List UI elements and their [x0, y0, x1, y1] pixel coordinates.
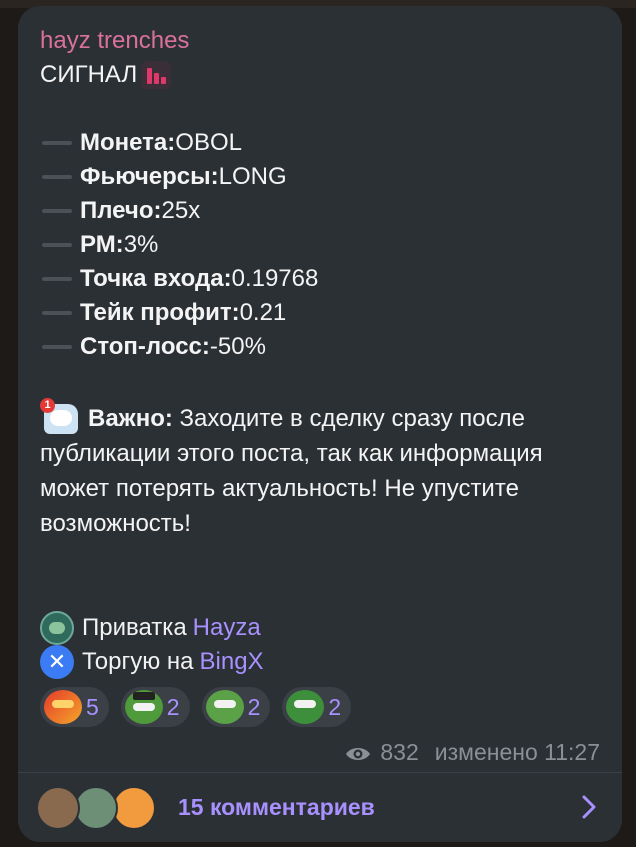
field-value: 3%: [123, 231, 159, 258]
reaction-pepe-cash[interactable]: 2: [282, 687, 352, 727]
notice-paragraph: 1 Важно: Заходите в сделку сразу после п…: [40, 398, 610, 541]
link-text: Торгую на: [82, 648, 194, 675]
pepe-money-emoji: [205, 690, 244, 724]
field-value: 0.21: [239, 299, 287, 326]
reaction-count: 5: [86, 693, 99, 720]
chevron-right-icon: [582, 795, 596, 824]
notice-label: Важно:: [88, 405, 173, 432]
field-entry: Точка входа: 0.19768: [40, 262, 600, 296]
link-text: Приватка: [82, 614, 187, 641]
field-value: -50%: [209, 333, 266, 360]
fire-meme-emoji: [44, 690, 82, 724]
edited-time: изменено 11:27: [434, 739, 600, 765]
field-label: Стоп-лосс:: [80, 333, 210, 360]
dash-icon: [42, 141, 72, 145]
field-risk: РМ: 3%: [40, 228, 600, 262]
field-label: РМ:: [80, 231, 124, 258]
field-label: Точка входа:: [80, 265, 232, 292]
field-label: Тейк профит:: [80, 299, 240, 326]
dash-icon: [42, 175, 72, 179]
avatar: [36, 785, 80, 830]
dash-icon: [42, 311, 72, 315]
dash-icon: [42, 209, 72, 213]
bingx-link[interactable]: BingX: [200, 645, 264, 679]
private-link[interactable]: Hayza: [193, 611, 261, 645]
bingx-icon: ✕: [40, 645, 74, 679]
reactions-bar: 5 2 2 2: [40, 687, 600, 727]
author-name[interactable]: hayz trenches: [40, 26, 600, 56]
pepe-cash-emoji: [286, 690, 325, 724]
eye-icon: [344, 745, 372, 761]
reaction-pepe-hat[interactable]: 2: [120, 687, 190, 727]
field-value: OBOL: [175, 129, 242, 156]
field-label: Плечо:: [80, 197, 162, 224]
message-meta: 832 изменено 11:27: [40, 739, 600, 766]
dash-icon: [42, 277, 72, 281]
post-title: СИГНАЛ: [40, 61, 138, 88]
dash-icon: [42, 345, 72, 349]
commenter-avatars: [36, 785, 158, 830]
post-title-row: СИГНАЛ: [40, 58, 600, 92]
field-label: Фьючерсы:: [80, 163, 219, 190]
avatar: [112, 785, 156, 830]
field-value: 0.19768: [231, 265, 319, 292]
field-leverage: Плечо: 25x: [40, 194, 600, 228]
field-stop-loss: Стоп-лосс: -50%: [40, 330, 600, 364]
view-count: 832: [380, 739, 419, 765]
reaction-count: 2: [166, 693, 180, 720]
bingx-link-row[interactable]: ✕ Торгую на BingX: [40, 645, 600, 679]
field-value: 25x: [161, 197, 201, 224]
pepe-hat-emoji: [124, 690, 163, 724]
field-label: Монета:: [80, 129, 176, 156]
reaction-fire[interactable]: 5: [40, 687, 109, 727]
field-value: LONG: [218, 163, 287, 190]
reaction-count: 2: [247, 693, 261, 720]
private-channel-icon: [40, 611, 74, 645]
reaction-count: 2: [328, 693, 342, 720]
chart-down-icon: [141, 61, 172, 89]
message-bubble: hayz trenches СИГНАЛ Монета: OBOL Фьючер…: [18, 6, 622, 842]
penguin-alert-icon: 1: [40, 398, 80, 434]
field-coin: Монета: OBOL: [40, 126, 600, 160]
reaction-pepe-money[interactable]: 2: [201, 687, 271, 727]
comments-label: 15 комментариев: [178, 794, 375, 820]
avatar: [74, 785, 118, 830]
private-channel-link[interactable]: Приватка Hayza: [40, 611, 600, 645]
dash-icon: [42, 243, 72, 247]
field-futures: Фьючерсы: LONG: [40, 160, 600, 194]
field-take-profit: Тейк профит: 0.21: [40, 296, 600, 330]
comments-button[interactable]: 15 комментариев: [18, 773, 622, 842]
